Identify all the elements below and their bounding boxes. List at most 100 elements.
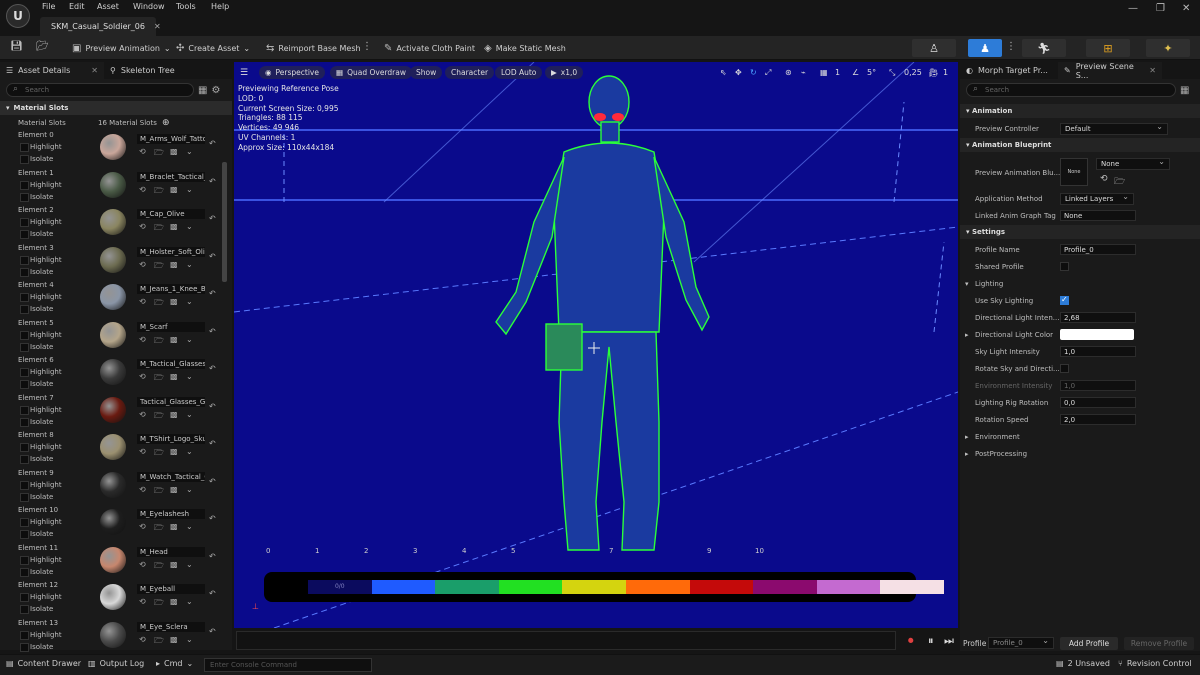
material-thumbnail[interactable] bbox=[100, 209, 126, 235]
menu-asset[interactable]: Asset bbox=[97, 2, 119, 11]
physics-mode-button[interactable]: ✦ bbox=[1146, 39, 1190, 57]
checker-icon[interactable]: ▩ bbox=[170, 597, 178, 606]
environment-category[interactable]: Environment bbox=[975, 433, 1020, 441]
reset-arrow-icon[interactable]: ↶ bbox=[209, 364, 216, 373]
material-name-field[interactable]: M_Tactical_Glasses bbox=[137, 359, 205, 369]
material-thumbnail[interactable] bbox=[100, 171, 126, 198]
material-thumbnail[interactable] bbox=[100, 246, 126, 273]
angle-snap-icon[interactable]: ∠ bbox=[852, 66, 859, 79]
reset-arrow-icon[interactable]: ↶ bbox=[209, 627, 216, 636]
dropdown-icon[interactable]: ⌄ bbox=[186, 372, 193, 381]
dropdown-icon[interactable]: ⌄ bbox=[186, 260, 193, 269]
save-icon[interactable]: 💾︎ bbox=[10, 41, 23, 52]
checker-icon[interactable]: ▩ bbox=[170, 635, 178, 644]
browse-asset-icon[interactable]: 🗁︎ bbox=[154, 372, 164, 386]
checker-icon[interactable]: ▩ bbox=[170, 522, 178, 531]
animation-section[interactable]: ▾ Animation bbox=[960, 104, 1200, 118]
more-options-icon[interactable]: ⋮ bbox=[362, 41, 372, 52]
use-selected-icon[interactable]: ⟲ bbox=[139, 447, 146, 456]
material-thumbnail[interactable] bbox=[100, 509, 126, 535]
chevron-right-icon[interactable]: ▸ bbox=[965, 331, 969, 339]
reset-arrow-icon[interactable]: ↶ bbox=[209, 289, 216, 298]
view-mode-button[interactable]: ▦ Quad Overdraw bbox=[330, 66, 412, 79]
use-selected-icon[interactable]: ⟲ bbox=[139, 297, 146, 306]
browse-asset-icon[interactable]: 🗁︎ bbox=[154, 222, 164, 236]
translate-tool-icon[interactable]: ✥ bbox=[735, 66, 742, 79]
highlight-checkbox[interactable] bbox=[20, 255, 29, 265]
checker-icon[interactable]: ▩ bbox=[170, 185, 178, 194]
gear-icon[interactable]: ⚙ bbox=[211, 85, 220, 96]
lod-button[interactable]: LOD Auto bbox=[495, 66, 543, 79]
hamburger-menu-icon[interactable]: ☰ bbox=[240, 68, 248, 78]
revision-control-button[interactable]: ⑂ Revision Control bbox=[1118, 659, 1192, 668]
unreal-logo-icon[interactable]: U bbox=[6, 4, 30, 28]
isolate-checkbox[interactable] bbox=[20, 342, 29, 352]
preview-blueprint-dropdown[interactable]: None bbox=[1096, 156, 1170, 170]
pause-icon[interactable]: ⏸ bbox=[928, 634, 934, 648]
profile-name-field[interactable]: Profile_0 bbox=[1060, 244, 1136, 255]
material-name-field[interactable]: M_Eyeball bbox=[137, 584, 205, 594]
browse-asset-icon[interactable]: 🗁︎ bbox=[154, 335, 164, 349]
use-selected-icon[interactable]: ⟲ bbox=[139, 372, 146, 381]
material-name-field[interactable]: M_TShirt_Logo_Skull bbox=[137, 434, 205, 444]
material-thumbnail[interactable] bbox=[100, 471, 126, 498]
record-icon[interactable]: ⏺ bbox=[908, 634, 914, 648]
browse-asset-icon[interactable]: 🗁︎ bbox=[154, 185, 164, 199]
highlight-checkbox[interactable] bbox=[20, 518, 29, 527]
isolate-checkbox[interactable] bbox=[20, 192, 29, 202]
perspective-button[interactable]: ◉ Perspective bbox=[259, 66, 325, 79]
isolate-checkbox[interactable] bbox=[20, 492, 29, 502]
dropdown-icon[interactable]: ⌄ bbox=[186, 185, 193, 194]
dropdown-icon[interactable]: ⌄ bbox=[186, 635, 193, 644]
material-name-field[interactable]: M_Watch_Tactical_O bbox=[137, 471, 205, 482]
grid-snap-icon[interactable]: ▦ bbox=[820, 66, 828, 79]
rotate-tool-icon[interactable]: ↻ bbox=[750, 66, 757, 79]
browse-asset-icon[interactable]: 🗁︎ bbox=[1114, 174, 1125, 190]
material-name-field[interactable]: M_Eyelashesh bbox=[137, 509, 205, 519]
material-name-field[interactable]: M_Head bbox=[137, 546, 205, 557]
blueprint-thumbnail[interactable]: None bbox=[1060, 158, 1088, 186]
chevron-right-icon[interactable]: ▸ bbox=[965, 450, 969, 458]
browse-asset-icon[interactable]: 🗁︎ bbox=[154, 260, 164, 274]
material-thumbnail[interactable] bbox=[100, 284, 126, 310]
highlight-checkbox[interactable] bbox=[20, 405, 29, 415]
material-thumbnail[interactable] bbox=[100, 321, 126, 348]
highlight-checkbox[interactable] bbox=[20, 180, 29, 190]
material-name-field[interactable]: M_Scarf bbox=[137, 321, 205, 332]
reset-arrow-icon[interactable]: ↶ bbox=[209, 327, 216, 336]
reset-arrow-icon[interactable]: ↶ bbox=[209, 477, 216, 486]
shared-profile-checkbox[interactable] bbox=[1060, 262, 1069, 271]
reset-arrow-icon[interactable]: ↶ bbox=[209, 552, 216, 561]
scale-snap-value[interactable]: 0,25 bbox=[904, 66, 922, 79]
menu-file[interactable]: File bbox=[42, 2, 55, 11]
material-thumbnail[interactable] bbox=[100, 434, 126, 460]
content-drawer-button[interactable]: ▤ Content Drawer bbox=[6, 659, 81, 668]
add-profile-button[interactable]: Add Profile bbox=[1060, 636, 1118, 650]
reset-arrow-icon[interactable]: ↶ bbox=[209, 139, 216, 148]
skeleton-mode-button[interactable]: ♙ bbox=[912, 39, 956, 57]
scale-snap-icon[interactable]: ⤡ bbox=[889, 66, 895, 79]
reimport-button[interactable]: ⇆ Reimport Base Mesh bbox=[266, 40, 361, 56]
isolate-checkbox[interactable] bbox=[20, 530, 29, 539]
use-selected-icon[interactable]: ⟲ bbox=[139, 560, 146, 569]
isolate-checkbox[interactable] bbox=[20, 605, 29, 614]
material-name-field[interactable]: Tactical_Glasses_Gla bbox=[137, 396, 205, 407]
tab-asset-details[interactable]: ☰ Asset Details ✕ bbox=[0, 62, 104, 79]
checker-icon[interactable]: ▩ bbox=[170, 335, 178, 344]
material-thumbnail[interactable] bbox=[100, 621, 126, 648]
tab-morph-target-preview[interactable]: ◐ Morph Target Pr... bbox=[960, 62, 1058, 79]
grid-view-icon[interactable]: ▦ bbox=[1180, 85, 1189, 96]
isolate-checkbox[interactable] bbox=[20, 305, 29, 314]
angle-snap-value[interactable]: 5° bbox=[867, 66, 876, 79]
material-thumbnail[interactable] bbox=[100, 359, 126, 385]
search-input[interactable]: Search bbox=[966, 83, 1176, 97]
dropdown-icon[interactable]: ⌄ bbox=[186, 485, 193, 494]
animation-mode-button[interactable]: 🏃︎ bbox=[1022, 39, 1066, 57]
browse-asset-icon[interactable]: 🗁︎ bbox=[154, 597, 164, 611]
grid-snap-value[interactable]: 1 bbox=[835, 66, 840, 79]
dropdown-icon[interactable]: ⌄ bbox=[186, 597, 193, 606]
browse-icon[interactable]: 📂︎ bbox=[36, 41, 49, 52]
surface-snap-icon[interactable]: ⌁ bbox=[801, 66, 806, 79]
use-selected-icon[interactable]: ⟲ bbox=[139, 635, 146, 644]
reset-arrow-icon[interactable]: ↶ bbox=[209, 252, 216, 261]
